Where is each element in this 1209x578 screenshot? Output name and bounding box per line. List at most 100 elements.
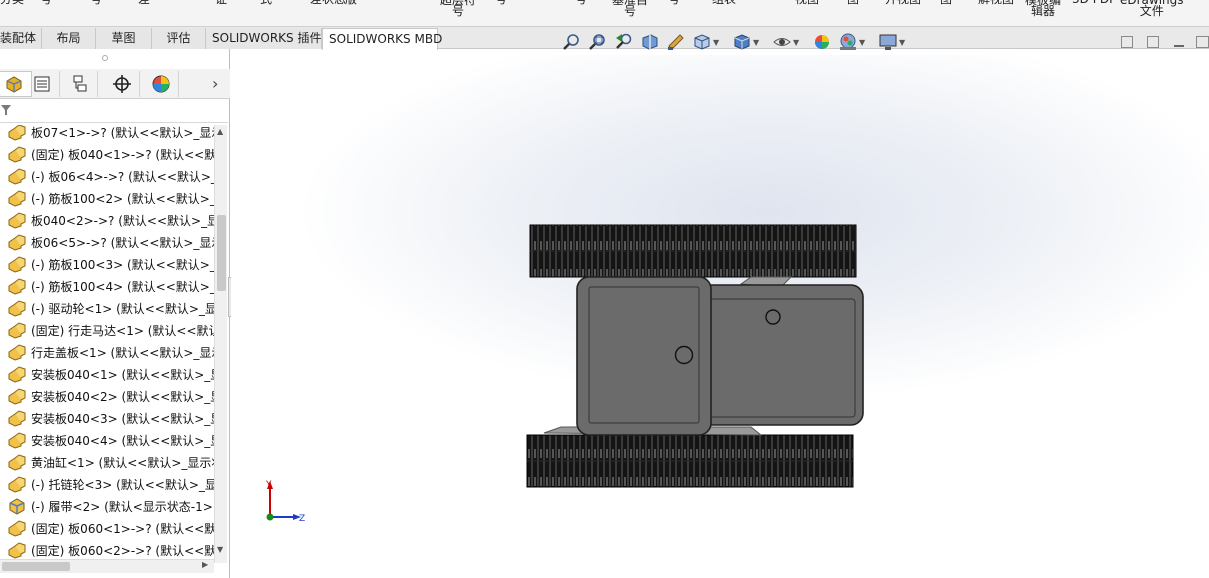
tab-1[interactable]: 布局 bbox=[42, 28, 96, 49]
graphics-area[interactable]: Y Z bbox=[231, 55, 1209, 578]
ribbon-button-label[interactable]: 号 bbox=[668, 0, 680, 5]
ribbon-button-label[interactable]: 号 bbox=[495, 0, 507, 5]
zoom-to-fit-icon[interactable] bbox=[562, 32, 582, 52]
tree-item-label: (固定) 行走马达<1> (默认<<默认 bbox=[31, 323, 214, 338]
dynamic-annotation-icon[interactable] bbox=[666, 32, 686, 52]
part-icon bbox=[8, 278, 26, 295]
tree-item[interactable]: (-) 履带<2> (默认<显示状态-1>) bbox=[0, 495, 214, 517]
tree-item[interactable]: (-) 筋板100<2> (默认<<默认>_显 bbox=[0, 187, 214, 209]
scroll-up-icon[interactable]: ▲ bbox=[217, 127, 223, 136]
ribbon-button-label[interactable]: 图 bbox=[940, 0, 952, 5]
display-style-icon[interactable] bbox=[732, 32, 752, 52]
ribbon-button-label[interactable]: 模板编 辑器 bbox=[1025, 0, 1061, 17]
ribbon-button-label[interactable]: 证 bbox=[215, 0, 227, 5]
tree-item[interactable]: (-) 筋板100<4> (默认<<默认>_显 bbox=[0, 275, 214, 297]
tab-5[interactable]: SOLIDWORKS MBD bbox=[322, 28, 442, 50]
lower-track[interactable] bbox=[526, 434, 854, 488]
ribbon-button-label[interactable]: 式 bbox=[260, 0, 272, 5]
filter-icon[interactable] bbox=[0, 103, 14, 117]
y-axis-label: Y bbox=[265, 480, 272, 490]
ribbon-button-label[interactable]: 视图 bbox=[795, 0, 819, 5]
tree-item[interactable]: (-) 托链轮<3> (默认<<默认>_显示 bbox=[0, 473, 214, 495]
ribbon-button-label[interactable]: 号 bbox=[40, 0, 52, 5]
propertymanager-icon bbox=[34, 76, 49, 92]
assembly-icon bbox=[9, 498, 25, 515]
view-orientation-icon[interactable] bbox=[692, 32, 712, 52]
tree-item[interactable]: (固定) 行走马达<1> (默认<<默认 bbox=[0, 319, 214, 341]
chevron-down-icon[interactable]: ▼ bbox=[859, 38, 865, 47]
model-viewport[interactable]: Y Z bbox=[231, 55, 1209, 578]
chevron-down-icon[interactable]: ▼ bbox=[753, 38, 759, 47]
ribbon-button-label[interactable]: 3D PDF bbox=[1072, 0, 1116, 5]
ribbon-button-label[interactable]: 解视图 bbox=[978, 0, 1014, 5]
tree-item[interactable]: (固定) 板040<1>->? (默认<<默认 bbox=[0, 143, 214, 165]
restore-icon[interactable] bbox=[1196, 36, 1209, 48]
previous-view-icon[interactable] bbox=[614, 32, 634, 52]
ribbon-button-label[interactable]: eDrawings 文件 bbox=[1120, 0, 1184, 17]
tree-horizontal-scrollbar[interactable]: ▶ bbox=[0, 559, 214, 573]
splitter-handle[interactable] bbox=[102, 55, 108, 61]
tree-item[interactable]: 板040<2>->? (默认<<默认>_显示 bbox=[0, 209, 214, 231]
hide-show-icon[interactable] bbox=[772, 32, 792, 52]
configurationmanager-tab[interactable] bbox=[62, 71, 98, 97]
ribbon-button-label[interactable]: 号 bbox=[90, 0, 102, 5]
dimxpert-tab[interactable] bbox=[104, 71, 140, 97]
scroll-right-icon[interactable]: ▶ bbox=[202, 560, 208, 569]
ribbon-button-label[interactable]: 差 bbox=[138, 0, 150, 5]
tree-item[interactable]: (固定) 板060<1>->? (默认<<默认 bbox=[0, 517, 214, 539]
expand-icon[interactable] bbox=[1147, 36, 1159, 48]
zoom-to-area-icon[interactable] bbox=[588, 32, 608, 52]
ribbon-button-label[interactable]: 组表 bbox=[712, 0, 736, 5]
tree-item[interactable]: 板07<1>->? (默认<<默认>_显示 bbox=[0, 125, 214, 143]
ribbon-button-label[interactable]: 图 bbox=[847, 0, 859, 5]
view-settings-icon[interactable] bbox=[878, 32, 898, 52]
chevron-down-icon[interactable]: ▼ bbox=[793, 38, 799, 47]
tab-4[interactable]: SOLIDWORKS 插件 bbox=[206, 28, 322, 49]
tab-0[interactable]: 装配体 bbox=[0, 28, 42, 49]
edit-appearance-icon[interactable] bbox=[812, 32, 832, 52]
expand-arrow[interactable]: › bbox=[212, 74, 218, 93]
filter-bar[interactable] bbox=[0, 99, 228, 123]
scroll-thumb[interactable] bbox=[2, 562, 70, 571]
ribbon-button-label[interactable]: 号 bbox=[575, 0, 587, 5]
tree-item-label: 黄油缸<1> (默认<<默认>_显示状 bbox=[31, 455, 214, 470]
tree-item[interactable]: 安装板040<4> (默认<<默认>_显 bbox=[0, 429, 214, 451]
tree-item[interactable]: 板06<5>->? (默认<<默认>_显示 bbox=[0, 231, 214, 253]
upper-track[interactable] bbox=[529, 224, 857, 278]
chevron-down-icon[interactable]: ▼ bbox=[899, 38, 905, 47]
tree-item[interactable]: (-) 筋板100<3> (默认<<默认>_显 bbox=[0, 253, 214, 275]
dimxpert-icon bbox=[112, 75, 131, 93]
tree-item[interactable]: (-) 板06<4>->? (默认<<默认>_显 bbox=[0, 165, 214, 187]
scroll-down-icon[interactable]: ▼ bbox=[217, 545, 223, 554]
tree-item[interactable]: 黄油缸<1> (默认<<默认>_显示状 bbox=[0, 451, 214, 473]
rear-motor-block[interactable] bbox=[698, 284, 864, 426]
front-drive-block[interactable] bbox=[576, 276, 712, 436]
tree-vertical-scrollbar[interactable]: ▲ ▼ bbox=[214, 125, 227, 563]
section-view-icon[interactable] bbox=[640, 32, 660, 52]
tree-item[interactable]: 安装板040<2> (默认<<默认>_显 bbox=[0, 385, 214, 407]
tree-item[interactable]: 安装板040<3> (默认<<默认>_显 bbox=[0, 407, 214, 429]
tab-2[interactable]: 草图 bbox=[96, 28, 152, 49]
tab-3[interactable]: 评估 bbox=[152, 28, 206, 49]
tree-item-label: 安装板040<4> (默认<<默认>_显 bbox=[31, 433, 214, 448]
ribbon-button-label[interactable]: 超层符 号 bbox=[440, 0, 476, 17]
minimize-icon[interactable] bbox=[1174, 45, 1184, 47]
ribbon-button-label[interactable]: 开视图 bbox=[885, 0, 921, 5]
propertymanager-tab[interactable] bbox=[24, 71, 60, 97]
displaymanager-tab[interactable] bbox=[143, 71, 179, 97]
tree-item-label: (-) 板06<4>->? (默认<<默认>_显 bbox=[31, 169, 214, 184]
part-icon bbox=[8, 454, 26, 471]
ribbon-button-label[interactable]: 差状态 bbox=[310, 0, 346, 5]
part-icon bbox=[8, 322, 26, 339]
chevron-down-icon[interactable]: ▼ bbox=[713, 38, 719, 47]
ribbon-button-label[interactable]: 基准目 号 bbox=[612, 0, 648, 17]
ribbon-button-label[interactable]: 分类 bbox=[0, 0, 24, 5]
tree-item[interactable]: 安装板040<1> (默认<<默认>_显 bbox=[0, 363, 214, 385]
ribbon-button-label[interactable]: 版 bbox=[345, 0, 357, 5]
tree-item[interactable]: (-) 驱动轮<1> (默认<<默认>_显示 bbox=[0, 297, 214, 319]
tree-item[interactable]: 行走盖板<1> (默认<<默认>_显示 bbox=[0, 341, 214, 363]
tree-item[interactable]: (固定) 板060<2>->? (默认<<默认 bbox=[0, 539, 214, 561]
collapse-icon[interactable] bbox=[1121, 36, 1133, 48]
scroll-thumb[interactable] bbox=[217, 215, 226, 291]
apply-scene-icon[interactable] bbox=[838, 32, 858, 52]
